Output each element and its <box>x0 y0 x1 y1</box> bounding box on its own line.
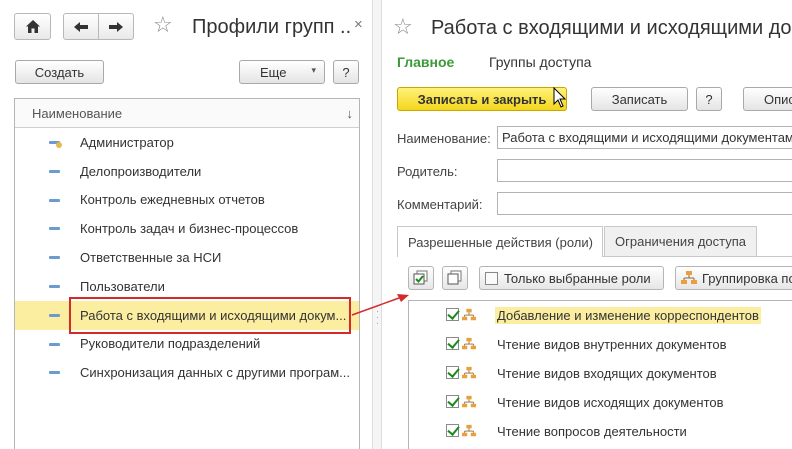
role-hierarchy-icon <box>462 366 476 379</box>
favorite-star-icon[interactable]: ☆ <box>393 16 413 38</box>
profile-icon <box>49 256 60 260</box>
selection-highlight-box <box>69 297 351 334</box>
column-name-header: Наименование <box>32 105 123 121</box>
list-item-label: Руководители подразделений <box>80 336 261 352</box>
unselect-all-button[interactable] <box>442 266 468 290</box>
profile-icon <box>49 198 60 202</box>
role-row[interactable]: Чтение видов входящих документов <box>409 359 792 388</box>
list-item[interactable]: Контроль задач и бизнес-процессов <box>15 214 359 243</box>
tab-allowed-roles[interactable]: Разрешенные действия (роли) <box>397 226 603 257</box>
tab-access-restrictions[interactable]: Ограничения доступа <box>604 226 757 256</box>
right-pane: ☆ Работа с входящими и исходящими докум … <box>383 0 792 449</box>
list-item-label: Контроль задач и бизнес-процессов <box>80 221 299 237</box>
form-title: Работа с входящими и исходящими докум <box>431 17 792 39</box>
role-row[interactable]: Чтение вопросов деятельности <box>409 417 792 446</box>
list-item[interactable]: Администратор <box>15 128 359 157</box>
arrow-left-icon <box>74 21 88 32</box>
role-label: Чтение вопросов деятельности <box>497 424 687 439</box>
role-checkbox[interactable] <box>446 366 459 379</box>
list-item[interactable]: Контроль ежедневных отчетов <box>15 186 359 215</box>
forward-button[interactable] <box>98 13 134 40</box>
profiles-list: Наименование ↓ Администратор Делопроизво… <box>14 98 360 449</box>
profile-icon <box>49 371 60 375</box>
annotation-arrow <box>351 294 409 316</box>
left-pane: ☆ Профили групп ... × Создать Еще ▾ ? На… <box>0 0 372 449</box>
more-button-label: Еще <box>260 64 287 80</box>
role-checkbox[interactable] <box>446 337 459 350</box>
back-button[interactable] <box>63 13 99 40</box>
mouse-cursor-icon <box>553 87 567 108</box>
toggle-box-icon <box>485 271 498 285</box>
write-button[interactable]: Записать <box>591 87 688 111</box>
role-hierarchy-icon <box>462 337 476 350</box>
role-label: Чтение видов исходящих документов <box>497 395 724 410</box>
list-item-label: Делопроизводители <box>80 163 202 179</box>
uncheck-all-icon <box>447 270 462 285</box>
role-hierarchy-icon <box>462 424 476 437</box>
role-label: Добавление и изменение корреспондентов <box>495 307 761 324</box>
help-button[interactable]: ? <box>333 60 359 84</box>
list-item-label: Администратор <box>80 134 174 150</box>
check-all-icon <box>413 270 428 285</box>
profile-icon <box>49 169 60 173</box>
favorite-star-icon[interactable]: ☆ <box>153 14 173 36</box>
home-icon <box>25 20 40 33</box>
admin-profile-icon <box>49 141 62 148</box>
pane-splitter[interactable]: · · · <box>372 0 382 449</box>
list-item-label: Контроль ежедневных отчетов <box>80 192 265 208</box>
write-and-close-button[interactable]: Записать и закрыть <box>397 87 567 111</box>
only-selected-roles-toggle[interactable]: Только выбранные роли <box>479 266 664 290</box>
role-hierarchy-icon <box>462 395 476 408</box>
role-label: Чтение видов входящих документов <box>497 366 717 381</box>
comment-label: Комментарий: <box>397 197 483 212</box>
select-all-button[interactable] <box>408 266 434 290</box>
tab-access-groups[interactable]: Группы доступа <box>489 54 591 70</box>
profile-icon <box>49 227 60 231</box>
role-row[interactable]: Добавление и изменение корреспондентов <box>409 301 792 330</box>
profile-icon <box>49 284 60 288</box>
name-label: Наименование: <box>397 131 491 146</box>
parent-label: Родитель: <box>397 164 458 179</box>
list-item[interactable]: Делопроизводители <box>15 157 359 186</box>
tab-main[interactable]: Главное <box>397 54 454 70</box>
list-item[interactable]: Синхронизация данных с другими програм..… <box>15 358 359 387</box>
role-row[interactable]: Чтение видов исходящих документов <box>409 388 792 417</box>
list-item-label: Синхронизация данных с другими програм..… <box>80 365 350 381</box>
only-selected-roles-label: Только выбранные роли <box>504 270 651 286</box>
list-header[interactable]: Наименование ↓ <box>15 99 359 128</box>
description-button-label: Опис <box>764 91 792 107</box>
list-item-label: Пользователи <box>80 278 165 294</box>
profile-icon <box>49 313 60 317</box>
arrow-right-icon <box>109 21 123 32</box>
list-item-label: Ответственные за НСИ <box>80 250 222 266</box>
parent-field[interactable] <box>497 159 792 182</box>
role-checkbox[interactable] <box>446 424 459 437</box>
role-row[interactable]: Чтение видов внутренних документов <box>409 330 792 359</box>
home-button[interactable] <box>14 13 51 40</box>
hierarchy-icon <box>681 271 697 284</box>
close-icon[interactable]: × <box>354 16 363 33</box>
grouping-label: Группировка по <box>702 270 792 286</box>
dropdown-arrow-icon: ▾ <box>311 65 316 75</box>
name-field[interactable]: Работа с входящими и исходящими документ… <box>497 126 792 149</box>
grouping-button[interactable]: Группировка по <box>675 266 792 290</box>
help-button[interactable]: ? <box>696 87 722 111</box>
list-item[interactable]: Ответственные за НСИ <box>15 243 359 272</box>
profile-icon <box>49 342 60 346</box>
left-pane-title: Профили групп ... <box>192 16 352 38</box>
roles-list: Добавление и изменение корреспондентов Ч… <box>408 300 792 449</box>
create-button[interactable]: Создать <box>15 60 104 84</box>
sort-arrow-icon[interactable]: ↓ <box>347 106 354 121</box>
role-label: Чтение видов внутренних документов <box>497 337 727 352</box>
description-button[interactable]: Опис <box>743 87 792 111</box>
role-checkbox[interactable] <box>446 395 459 408</box>
more-button[interactable]: Еще ▾ <box>239 60 325 84</box>
comment-field[interactable] <box>497 192 792 215</box>
role-hierarchy-icon <box>462 308 476 321</box>
role-checkbox[interactable] <box>446 308 459 321</box>
